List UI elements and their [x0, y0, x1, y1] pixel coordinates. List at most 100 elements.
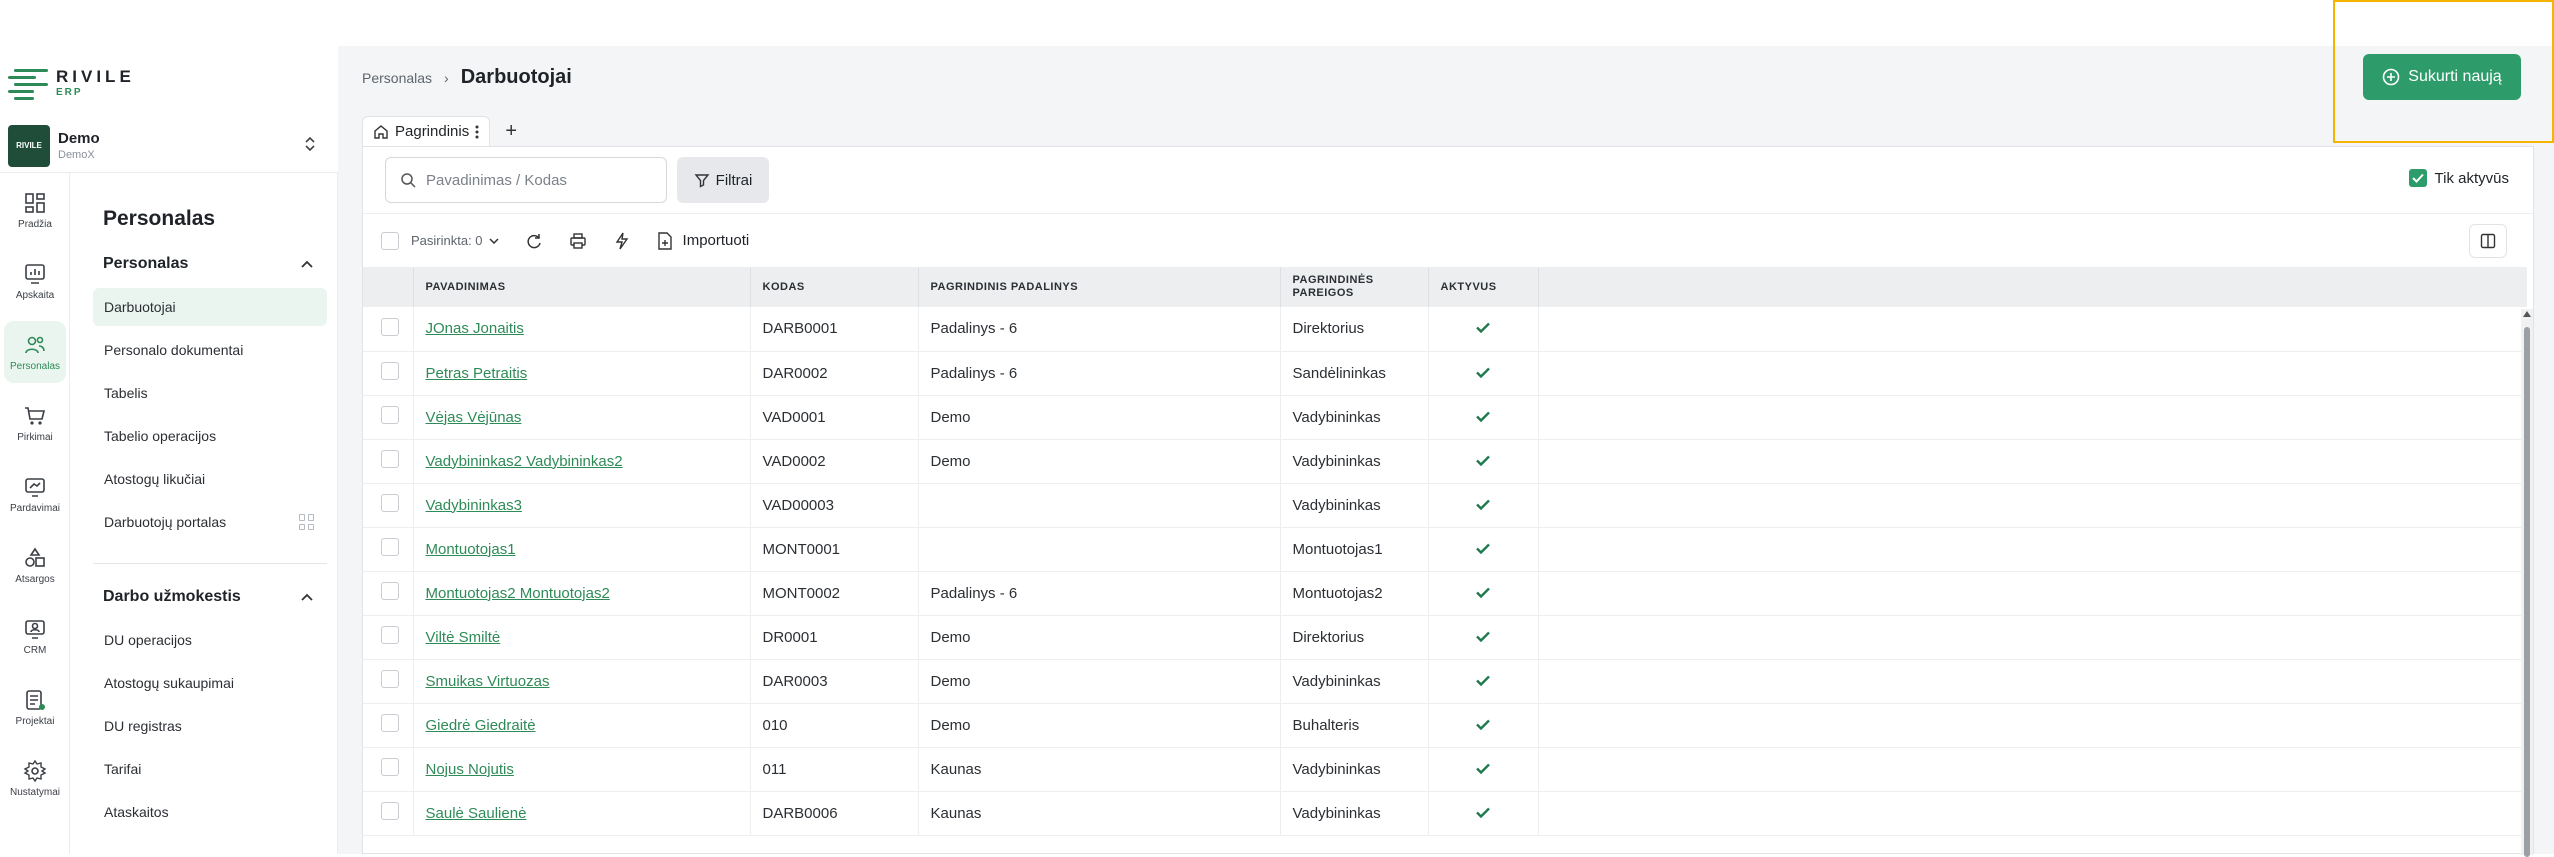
header-filler: [1538, 267, 2527, 307]
cell-filler: [1538, 307, 2527, 352]
scroll-up-icon[interactable]: [2523, 311, 2531, 317]
table-row[interactable]: Nojus Nojutis 011 Kaunas Vadybininkas: [363, 747, 2527, 792]
lightning-icon[interactable]: [613, 232, 631, 250]
refresh-icon[interactable]: [525, 232, 543, 250]
employee-link[interactable]: Nojus Nojutis: [426, 761, 514, 778]
employee-link[interactable]: Viltė Smiltė: [426, 629, 501, 646]
employee-link[interactable]: Montuotojas2 Montuotojas2: [426, 585, 610, 602]
rail-item-pradzia[interactable]: Pradžia: [4, 179, 66, 241]
rail-item-pirkimai[interactable]: Pirkimai: [4, 392, 66, 454]
rail-item-apskaita[interactable]: Apskaita: [4, 250, 66, 312]
header-pavadinimas[interactable]: PAVADINIMAS: [413, 267, 751, 307]
row-checkbox-cell: [363, 351, 414, 396]
rail-item-projektai[interactable]: Projektai: [4, 676, 66, 738]
group-darbo-uzmokestis[interactable]: Darbo užmokestis: [80, 578, 327, 616]
table-row[interactable]: Vadybininkas2 Vadybininkas2 VAD0002 Demo Va…: [363, 439, 2527, 484]
row-checkbox[interactable]: [381, 317, 399, 336]
tab-pagrindinis[interactable]: Pagrindinis: [362, 116, 491, 146]
header-kodas[interactable]: KODAS: [750, 267, 919, 307]
breadcrumb: Personalas › Darbuotojai: [362, 66, 572, 89]
checkmark-icon: [2411, 173, 2424, 183]
nav-item-darbuotojai[interactable]: Darbuotojai: [93, 288, 327, 326]
table-row[interactable]: Viltė Smiltė DR0001 Demo Direktorius: [363, 615, 2527, 660]
table-scrollbar[interactable]: [2521, 309, 2533, 857]
employee-link[interactable]: Vadybininkas3: [426, 497, 522, 514]
row-checkbox[interactable]: [381, 494, 399, 512]
nav-item-du-operacijos[interactable]: DU operacijos: [93, 621, 327, 659]
table-row[interactable]: Giedrė Giedraitė 010 Demo Buhalteris: [363, 703, 2527, 748]
row-checkbox[interactable]: [381, 406, 399, 424]
nav-item-personalo-dokumentai[interactable]: Personalo dokumentai: [93, 331, 327, 369]
header-pareigos[interactable]: PAGRINDINĖS PAREIGOS: [1280, 267, 1429, 307]
cell-name: Montuotojas1: [413, 527, 751, 572]
rail-item-atsargos[interactable]: Atsargos: [4, 534, 66, 596]
table-row[interactable]: Vadybininkas3 VAD00003 Vadybininkas: [363, 483, 2527, 528]
row-checkbox[interactable]: [381, 450, 399, 468]
employee-link[interactable]: Vėjas Vėjūnas: [426, 409, 522, 426]
brand-logo[interactable]: RIVILE ERP: [0, 46, 338, 119]
rail-item-crm[interactable]: CRM: [4, 605, 66, 667]
search-input[interactable]: [426, 171, 646, 189]
cell-active: [1428, 527, 1539, 572]
nav-item-tarifai[interactable]: Tarifai: [93, 750, 327, 788]
search-field[interactable]: [385, 157, 667, 203]
table-row[interactable]: Montuotojas1 MONT0001 Montuotojas1: [363, 527, 2527, 572]
only-active-toggle[interactable]: Tik aktyvūs: [2408, 169, 2509, 187]
rail-item-nustatymai[interactable]: Nustatymai: [4, 747, 66, 809]
only-active-checkbox[interactable]: [2408, 169, 2427, 187]
nav-item-ataskaitos[interactable]: Ataskaitos: [93, 793, 327, 831]
nav-item-du-registras[interactable]: DU registras: [93, 707, 327, 745]
row-checkbox[interactable]: [381, 582, 399, 600]
nav-item-tabelio-operacijos[interactable]: Tabelio operacijos: [93, 417, 327, 455]
cell-active: [1428, 703, 1539, 748]
employee-link[interactable]: Giedrė Giedraitė: [426, 717, 536, 734]
cell-active: [1428, 791, 1539, 836]
cell-position: Vadybininkas: [1280, 747, 1429, 792]
employee-link[interactable]: Saulė Saulienė: [426, 805, 527, 822]
nav-item-tabelis[interactable]: Tabelis: [93, 374, 327, 412]
table-row[interactable]: Montuotojas2 Montuotojas2 MONT0002 Padalin…: [363, 571, 2527, 616]
nav-divider: [93, 563, 327, 564]
column-layout-button[interactable]: [2469, 224, 2507, 258]
group-personalas[interactable]: Personalas: [80, 245, 327, 283]
cell-code: DR0001: [750, 615, 919, 660]
breadcrumb-parent[interactable]: Personalas: [362, 70, 432, 86]
table-row[interactable]: JOnas Jonaitis DARB0001 Padalinys - 6 Direk…: [363, 307, 2527, 352]
chevron-updown-icon[interactable]: [304, 135, 316, 156]
table-row[interactable]: Saulė Saulienė DARB0006 Kaunas Vadybininkas: [363, 791, 2527, 836]
employee-link[interactable]: Montuotojas1: [426, 541, 516, 558]
cell-name: Smuikas Virtuozas: [413, 659, 751, 704]
nav-item-atostogu-likuciai[interactable]: Atostogų likučiai: [93, 460, 327, 498]
nav-item-atostogu-sukaupimai[interactable]: Atostogų sukaupimai: [93, 664, 327, 702]
select-all-checkbox[interactable]: [381, 231, 399, 250]
employee-link[interactable]: Petras Petraitis: [426, 365, 528, 382]
import-button[interactable]: Importuoti: [657, 231, 749, 250]
employee-link[interactable]: Vadybininkas2 Vadybininkas2: [426, 453, 623, 470]
scroll-thumb[interactable]: [2524, 327, 2530, 857]
header-aktyvus[interactable]: AKTYVUS: [1428, 267, 1539, 307]
row-checkbox[interactable]: [381, 362, 399, 380]
nav-item-darbuotoju-portalas[interactable]: Darbuotojų portalas: [93, 503, 327, 541]
row-checkbox[interactable]: [381, 714, 399, 732]
cell-filler: [1538, 483, 2527, 528]
row-checkbox[interactable]: [381, 538, 399, 556]
employee-link[interactable]: Smuikas Virtuozas: [426, 673, 550, 690]
row-checkbox[interactable]: [381, 802, 399, 820]
row-checkbox[interactable]: [381, 758, 399, 776]
row-checkbox[interactable]: [381, 626, 399, 644]
header-padalinys[interactable]: PAGRINDINIS PADALINYS: [918, 267, 1281, 307]
rail-item-pardavimai[interactable]: Pardavimai: [4, 463, 66, 525]
cell-department: Demo: [918, 703, 1281, 748]
table-row[interactable]: Smuikas Virtuozas DAR0003 Demo Vadybininkas: [363, 659, 2527, 704]
rail-item-personalas[interactable]: Personalas: [4, 321, 66, 383]
print-icon[interactable]: [569, 232, 587, 250]
row-checkbox[interactable]: [381, 670, 399, 688]
employee-link[interactable]: JOnas Jonaitis: [426, 320, 524, 337]
add-tab-button[interactable]: +: [494, 116, 528, 146]
filter-button[interactable]: Filtrai: [677, 157, 769, 203]
selection-dropdown[interactable]: Pasirinkta: 0: [411, 233, 499, 248]
company-switcher[interactable]: RIVILE Demo DemoX: [0, 119, 338, 173]
cell-department: Padalinys - 6: [918, 307, 1281, 352]
table-row[interactable]: Vėjas Vėjūnas VAD0001 Demo Vadybininkas: [363, 395, 2527, 440]
table-row[interactable]: Petras Petraitis DAR0002 Padalinys - 6 Sand…: [363, 351, 2527, 396]
